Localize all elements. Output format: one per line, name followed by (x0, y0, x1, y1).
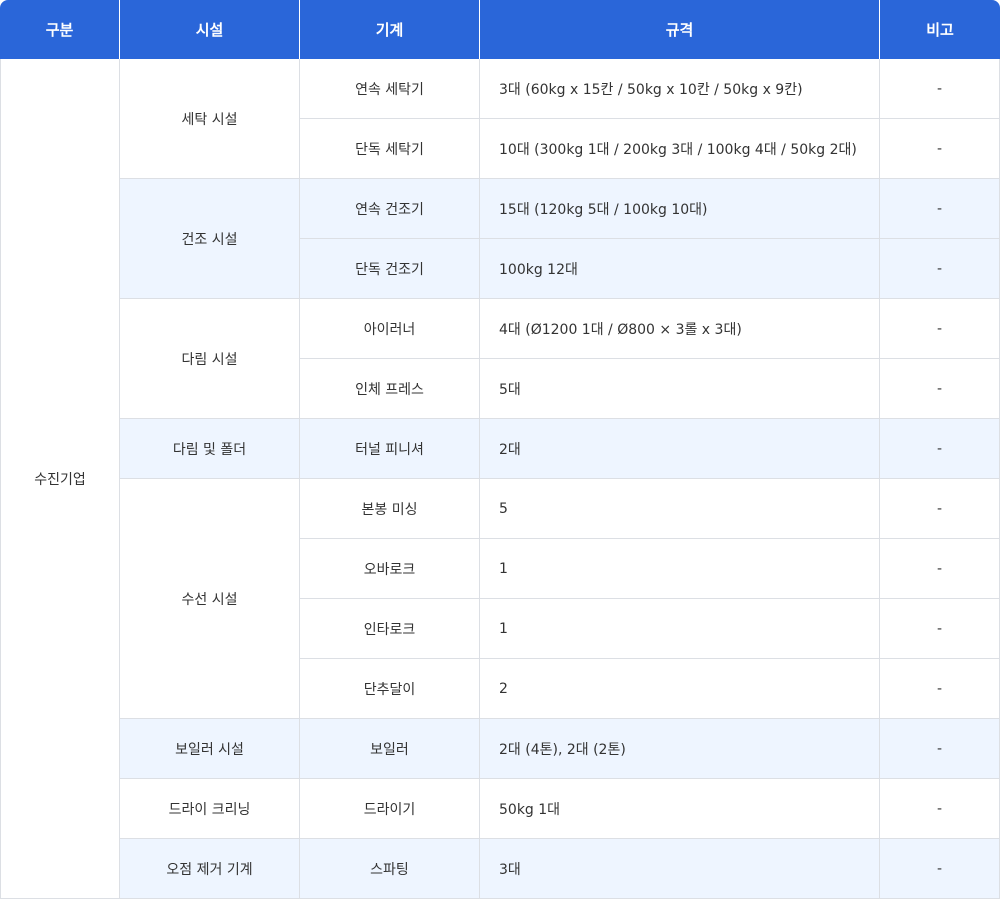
machine-cell: 아이러너 (300, 299, 480, 359)
header-spec: 규격 (480, 0, 880, 59)
facilities-table: 구분 시설 기계 규격 비고 수진기업 세탁 시설 연속 세탁기 3대 (60kg x… (0, 0, 1000, 899)
table-header: 구분 시설 기계 규격 비고 (0, 0, 1000, 59)
note-cell: - (880, 479, 1000, 539)
note-cell: - (880, 599, 1000, 659)
facility-cell: 보일러 시설 (120, 719, 300, 779)
spec-cell: 4대 (Ø1200 1대 / Ø800 × 3롤 x 3대) (480, 299, 880, 359)
note-cell: - (880, 179, 1000, 239)
header-note: 비고 (880, 0, 1000, 59)
header-machine: 기계 (300, 0, 480, 59)
table-row: 수선 시설 본봉 미싱 5- (0, 479, 1000, 719)
spec-cell: 3대 (60kg x 15칸 / 50kg x 10칸 / 50kg x 9칸) (480, 59, 880, 119)
table-row: 다림 및 폴더 터널 피니셔 2대 - (0, 419, 1000, 479)
table-row: 드라이 크리닝 드라이기 50kg 1대 - (0, 779, 1000, 839)
facility-cell: 건조 시설 (120, 179, 300, 299)
facility-cell: 다림 시설 (120, 299, 300, 419)
machine-cell: 단독 세탁기 (300, 119, 480, 179)
machine-cell: 단독 건조기 (300, 239, 480, 299)
spec-cell: 3대 (480, 839, 880, 899)
table-row: 다림 시설 아이러너 4대 (Ø1200 1대 / Ø800 × 3롤 x 3대) - (0, 299, 1000, 419)
table-row: 오점 제거 기계 스파팅 3대 - (0, 839, 1000, 899)
note-cell: - (880, 719, 1000, 779)
spec-cell: 1 (480, 599, 880, 659)
table-row: 수진기업 세탁 시설 연속 세탁기 3대 (60kg x 15칸 / 50kg x 1… (0, 59, 1000, 899)
spec-cell: 100kg 12대 (480, 239, 880, 299)
note-cell: - (880, 239, 1000, 299)
machine-cell: 본봉 미싱 (300, 479, 480, 539)
category-cell: 수진기업 (0, 59, 120, 899)
machine-cell: 단추달이 (300, 659, 480, 719)
machine-cell: 오바로크 (300, 539, 480, 599)
machine-cell: 스파팅 (300, 839, 480, 899)
note-cell: - (880, 779, 1000, 839)
note-cell: - (880, 419, 1000, 479)
note-cell: - (880, 359, 1000, 419)
facility-cell: 오점 제거 기계 (120, 839, 300, 899)
table-row: 보일러 시설 보일러 2대 (4톤), 2대 (2톤) - (0, 719, 1000, 779)
header-row: 구분 시설 기계 규격 비고 (0, 0, 1000, 59)
machine-cell: 인체 프레스 (300, 359, 480, 419)
note-cell: - (880, 299, 1000, 359)
machine-cell: 드라이기 (300, 779, 480, 839)
table-row: 건조 시설 연속 건조기 15대 (120kg 5대 / 100kg 10대) - (0, 179, 1000, 299)
note-cell: - (880, 539, 1000, 599)
machine-cell: 터널 피니셔 (300, 419, 480, 479)
note-cell: - (880, 59, 1000, 119)
facility-cell: 세탁 시설 (120, 59, 300, 179)
header-facility: 시설 (120, 0, 300, 59)
spec-cell: 10대 (300kg 1대 / 200kg 3대 / 100kg 4대 / 50… (480, 119, 880, 179)
spec-cell: 2 (480, 659, 880, 719)
facility-cell: 수선 시설 (120, 479, 300, 719)
header-category: 구분 (0, 0, 120, 59)
note-cell: - (880, 119, 1000, 179)
machine-cell: 인타로크 (300, 599, 480, 659)
machine-cell: 연속 세탁기 (300, 59, 480, 119)
note-cell: - (880, 659, 1000, 719)
facility-cell: 다림 및 폴더 (120, 419, 300, 479)
table-body: 수진기업 세탁 시설 연속 세탁기 3대 (60kg x 15칸 / 50kg x 1… (0, 59, 1000, 899)
spec-cell: 5 (480, 479, 880, 539)
facility-cell: 드라이 크리닝 (120, 779, 300, 839)
spec-cell: 15대 (120kg 5대 / 100kg 10대) (480, 179, 880, 239)
spec-cell: 2대 (480, 419, 880, 479)
machine-cell: 연속 건조기 (300, 179, 480, 239)
machine-cell: 보일러 (300, 719, 480, 779)
spec-cell: 2대 (4톤), 2대 (2톤) (480, 719, 880, 779)
spec-cell: 50kg 1대 (480, 779, 880, 839)
spec-cell: 5대 (480, 359, 880, 419)
spec-cell: 1 (480, 539, 880, 599)
note-cell: - (880, 839, 1000, 899)
